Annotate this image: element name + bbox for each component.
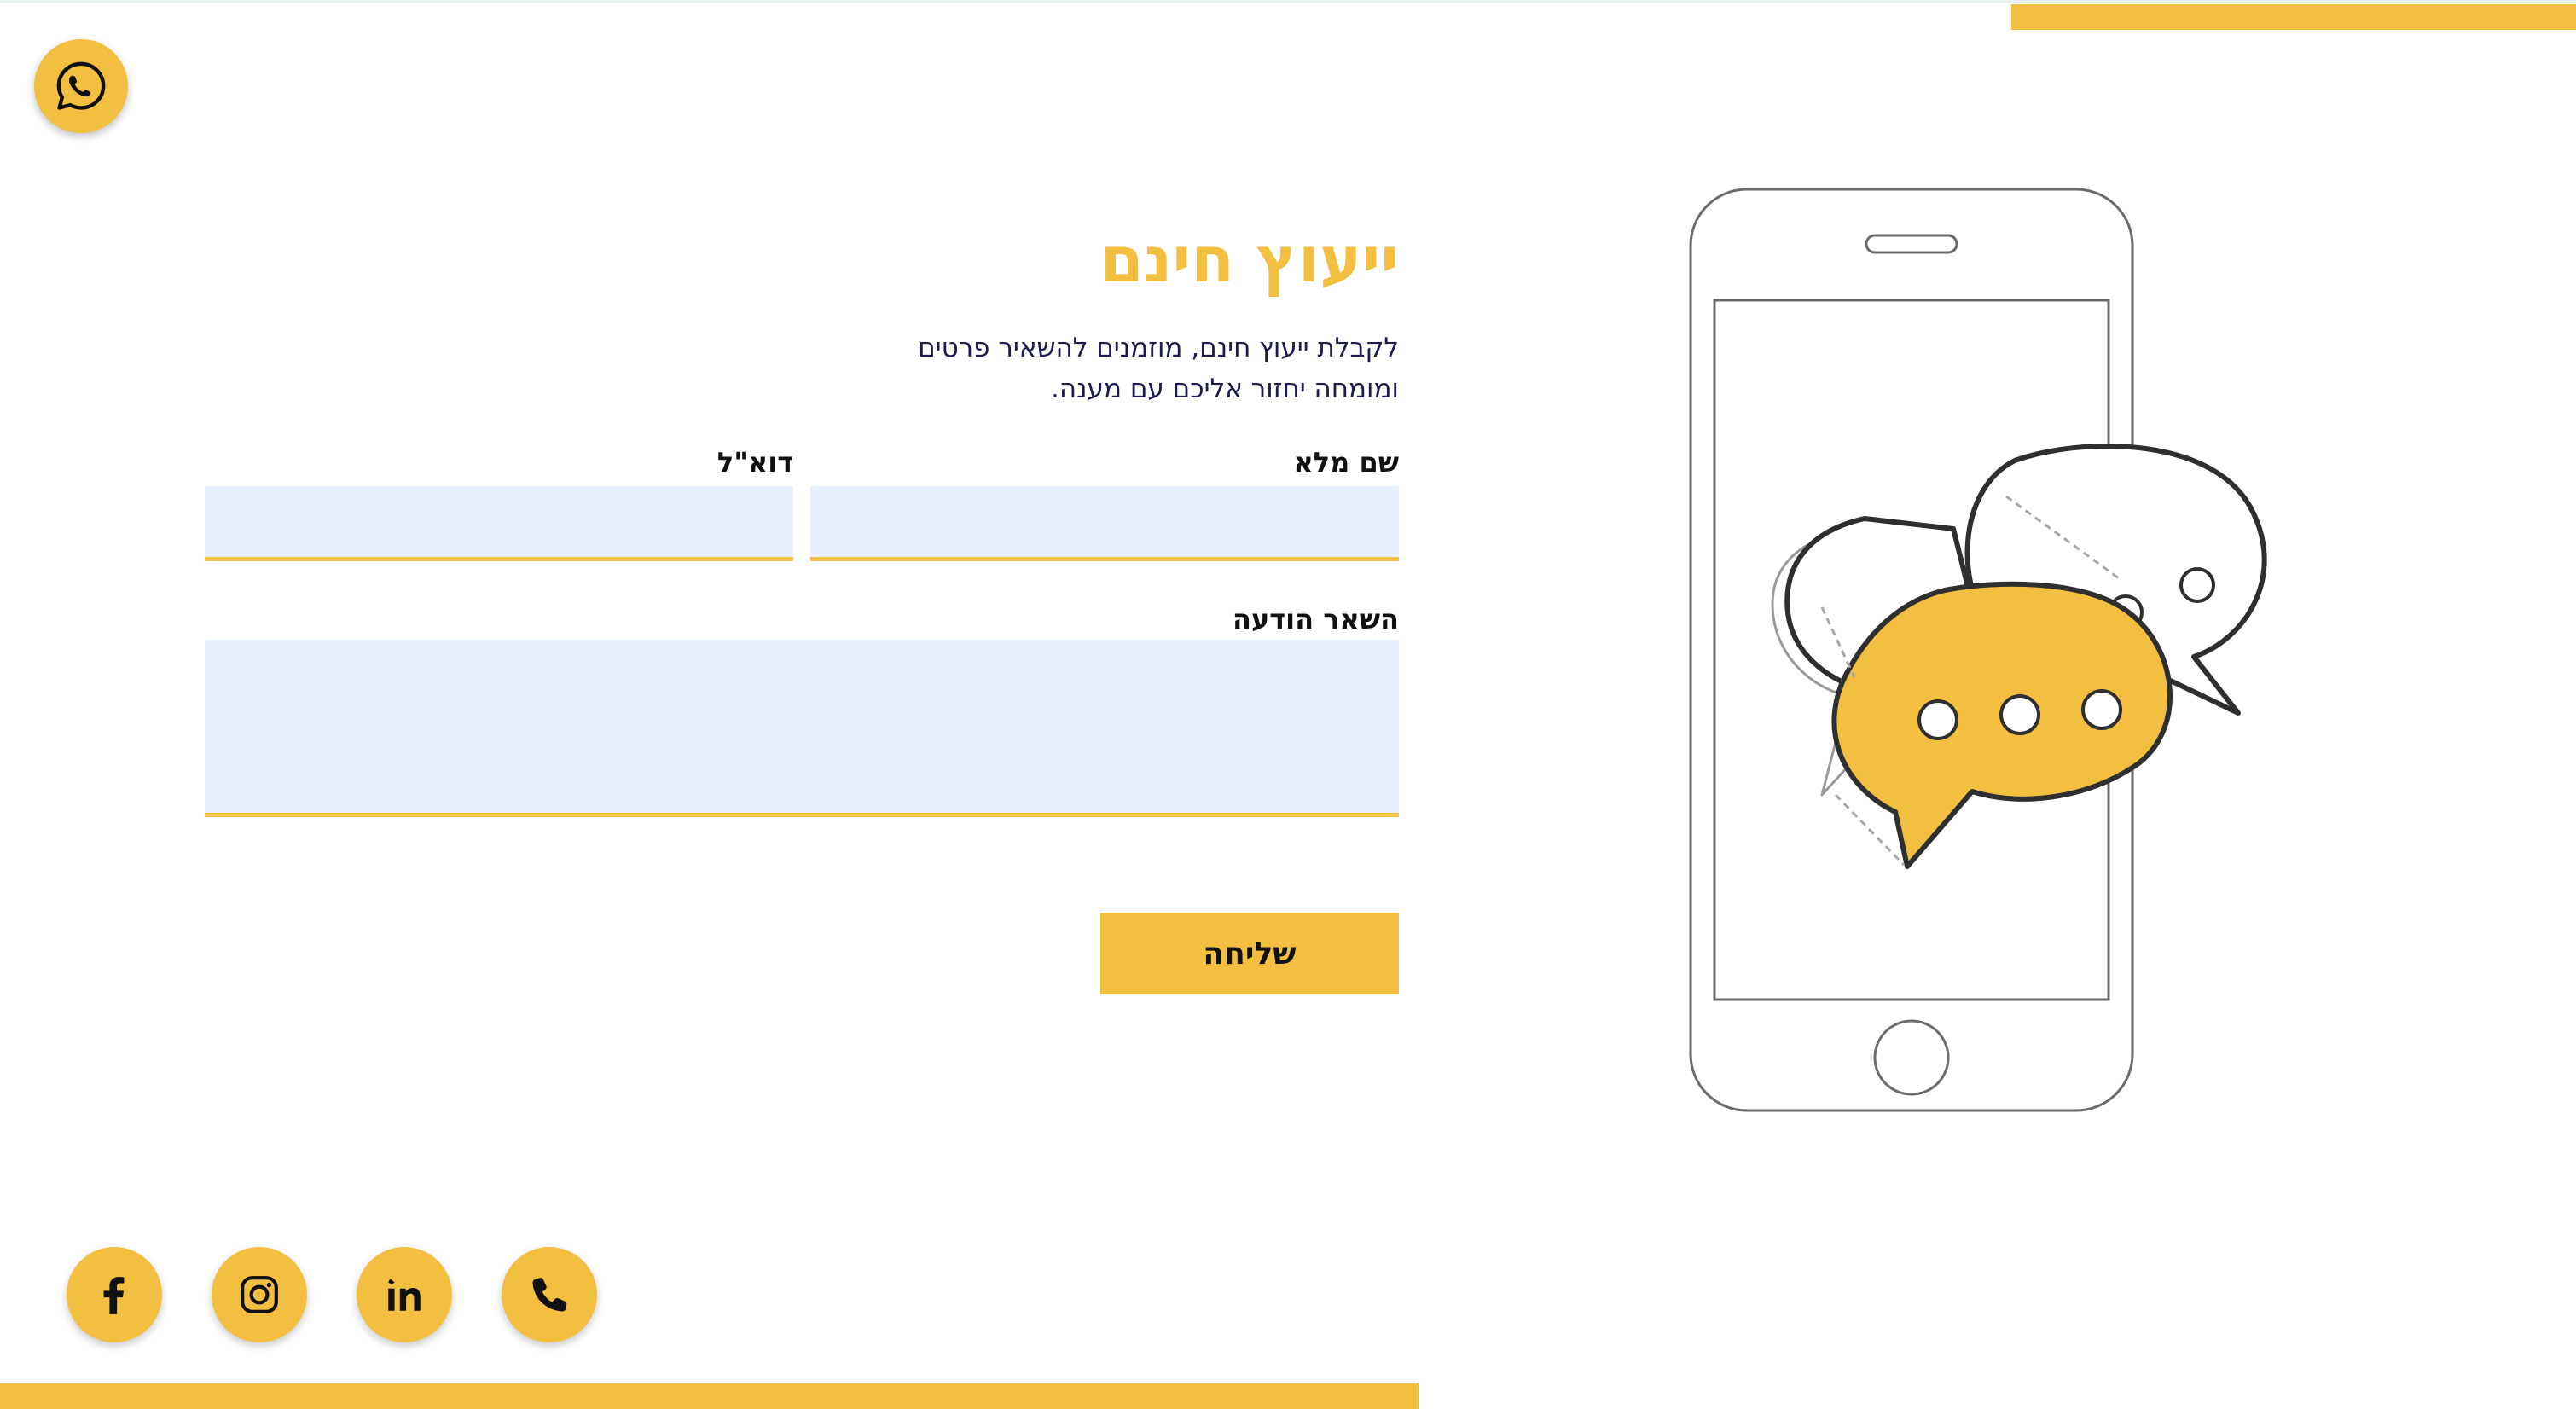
top-hairline <box>0 0 2576 3</box>
whatsapp-button[interactable] <box>34 39 128 133</box>
smartphone-chat-bubbles-illustration <box>1689 188 2267 1112</box>
form-intro-line: לקבלת ייעוץ חינם, מוזמנים להשאיר פרטים <box>918 333 1399 363</box>
contact-page: ייעוץ חינם לקבלת ייעוץ חינם, מוזמנים להש… <box>0 0 2576 1409</box>
message-textarea[interactable] <box>205 640 1399 817</box>
top-accent-bar <box>2011 4 2576 30</box>
form-intro-line: ומומחה יחזור אליכם עם מענה. <box>1051 374 1399 404</box>
facebook-icon <box>103 1277 125 1314</box>
facebook-button[interactable] <box>67 1247 162 1342</box>
full-name-input[interactable] <box>810 486 1399 561</box>
chat-bubble-dot <box>2081 689 2122 730</box>
email-input[interactable] <box>205 486 793 561</box>
social-links <box>67 1247 597 1344</box>
email-label: דוא"ל <box>717 446 793 478</box>
chat-bubble-dot <box>1999 694 2040 735</box>
chat-bubbles <box>1771 444 2267 869</box>
full-name-label: שם מלא <box>1293 446 1400 478</box>
form-intro: לקבלת ייעוץ חינם, מוזמנים להשאיר פרטים ו… <box>802 328 1399 409</box>
form-title: ייעוץ חינם <box>1099 223 1399 297</box>
bottom-accent-bar <box>0 1383 1419 1409</box>
linkedin-button[interactable] <box>357 1247 452 1342</box>
chat-bubble-dot <box>2179 567 2215 603</box>
submit-button[interactable]: שליחה <box>1100 913 1399 994</box>
whatsapp-icon <box>56 61 106 110</box>
instagram-icon <box>241 1276 278 1313</box>
linkedin-icon <box>388 1279 421 1311</box>
chat-bubble-front <box>1831 581 2173 869</box>
message-label: השאר הודעה <box>1232 603 1399 635</box>
phone-button[interactable] <box>502 1247 597 1342</box>
chat-bubble-dot <box>1917 699 1958 740</box>
phone-icon <box>532 1278 567 1312</box>
instagram-button[interactable] <box>212 1247 307 1342</box>
